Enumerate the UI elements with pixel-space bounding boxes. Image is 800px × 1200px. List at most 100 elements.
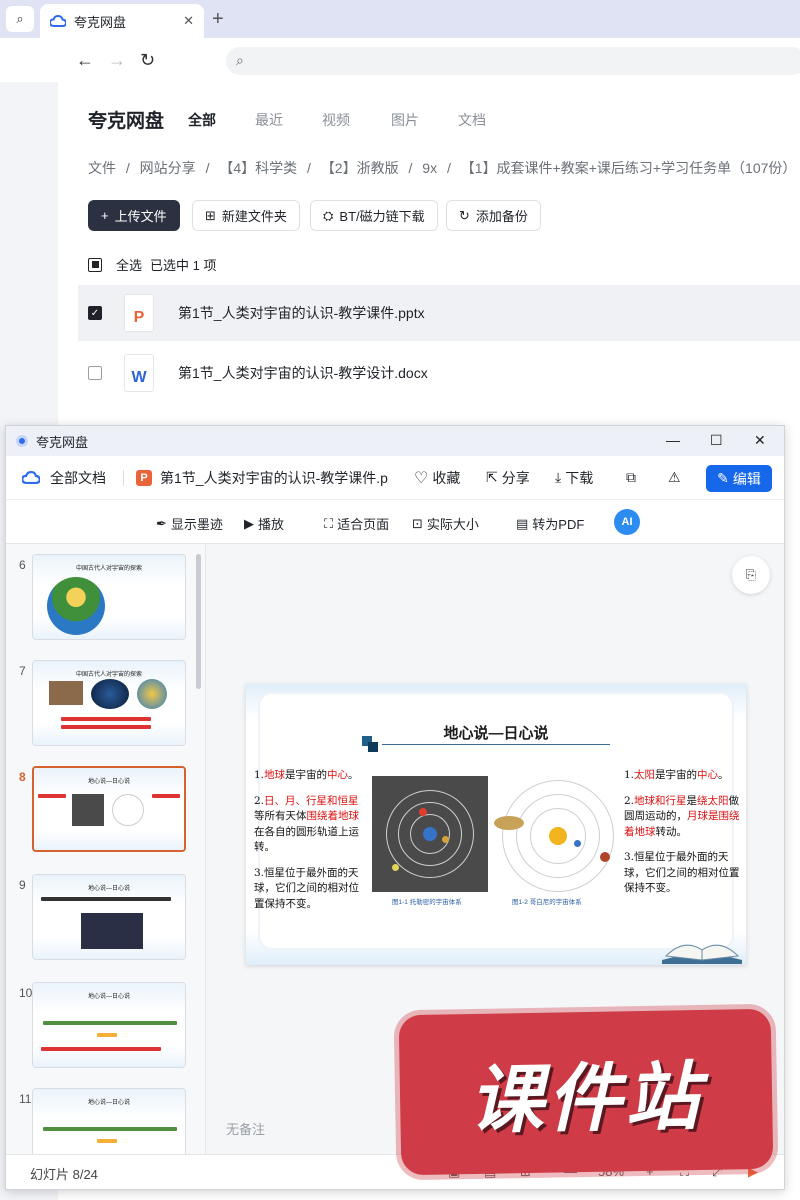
slide-thumbnail[interactable]: 中国古代人对宇宙的探索 [32,554,186,640]
pptx-file-icon: P [124,294,154,332]
slide-thumbnail[interactable]: 地心说—日心说 [32,1088,186,1154]
file-name[interactable]: 第1节_人类对宇宙的认识-教学设计.docx [178,363,428,383]
play-icon: ▶ [244,515,254,531]
ai-assistant-button[interactable]: AI [614,509,640,535]
bt-download-button[interactable]: ⛭ BT/磁力链下载 [310,200,438,231]
address-bar[interactable]: ⌕ [226,47,800,75]
breadcrumb-sep: / [125,160,130,176]
select-all-label[interactable]: 全选 [116,255,142,274]
category-recent[interactable]: 最近 [255,110,283,130]
viewer-window-title: 夸克网盘 [36,434,89,450]
ink-icon: ✒ [156,515,167,531]
favorite-button[interactable]: ♡ 收藏 [414,468,460,488]
folder-plus-icon: ⊞ [205,207,216,223]
breadcrumb-item[interactable]: 网站分享 [140,160,196,176]
to-pdf-button[interactable]: ▤ 转为PDF [516,514,584,533]
share-button[interactable]: ⇱ 分享 [486,468,530,488]
play-label: 播放 [258,517,285,532]
breadcrumb-item[interactable]: 【1】成套课件+教案+课后练习+学习任务单（107份） [461,160,797,176]
speaker-notes[interactable]: 无备注 [226,1119,265,1138]
add-backup-button[interactable]: ↻ 添加备份 [446,200,541,231]
file-title: P 第1节_人类对宇宙的认识-教学课件.p [136,468,388,488]
thumbnail-title: 中国古代人对宇宙的探索 [75,566,142,572]
upload-button[interactable]: + 上传文件 [88,200,180,231]
new-tab-icon[interactable]: + [212,8,224,31]
breadcrumb-item[interactable]: 【2】浙教版 [321,160,399,176]
category-docs[interactable]: 文档 [458,110,486,130]
download-button[interactable]: ⤓ 下载 [555,468,593,488]
fit-page-button[interactable]: ⛶ 适合页面 [324,514,389,533]
slide-thumbnail[interactable]: 地心说—日心说 [32,982,186,1068]
slide-left-text: 1.地球是宇宙的中心。 2.日、月、行星和恒星等所有天体围绕着地球在各自的圆形轨… [254,769,359,910]
file-checkbox[interactable] [88,366,102,380]
actual-size-label: 实际大小 [426,517,479,532]
brand-title: 夸克网盘 [88,111,165,132]
plus-icon: + [101,208,109,223]
figure-caption-left: 图1-1 托勒密的宇宙体系 [392,899,462,906]
file-row[interactable]: W 第1节_人类对宇宙的认识-教学设计.docx [78,345,800,401]
thumbnail-title: 地心说—日心说 [87,994,130,1000]
search-icon: ⌕ [236,52,244,68]
maximize-icon[interactable]: ☐ [710,432,723,449]
file-row[interactable]: ✓ P 第1节_人类对宇宙的认识-教学课件.pptx [78,285,800,341]
breadcrumb: 文件 / 网站分享 / 【4】科学类 / 【2】浙教版 / 9x / 【1】成套… [88,158,800,178]
thumbnail-number: 11 [19,1092,32,1106]
download-label: 下载 [565,469,594,486]
browser-tab[interactable]: 夸克网盘 ✕ [40,4,204,38]
slide-counter: 幻灯片 8/24 [30,1167,98,1182]
thumbnail-scrollbar[interactable] [196,554,201,689]
actual-size-button[interactable]: ⊡ 实际大小 [412,514,479,533]
report-icon[interactable]: ⚠ [668,469,681,486]
figure-caption-right: 图1-2 哥白尼的宇宙体系 [512,899,582,906]
to-pdf-label: 转为PDF [532,517,585,532]
category-video[interactable]: 视频 [322,110,350,130]
edit-label: 编辑 [732,470,761,487]
sync-icon: ↻ [459,207,470,223]
back-arrow-icon[interactable]: ← [76,50,94,71]
category-all[interactable]: 全部 [188,110,216,130]
play-button[interactable]: ▶ 播放 [244,514,284,533]
forward-arrow-icon[interactable]: → [108,50,126,71]
breadcrumb-item[interactable]: 【4】科学类 [219,160,297,176]
breadcrumb-sep: / [408,160,413,176]
show-ink-label: 显示墨迹 [170,517,223,532]
file-checkbox[interactable]: ✓ [88,306,102,320]
new-folder-label: 新建文件夹 [221,209,287,224]
cloud-icon [50,15,66,27]
all-docs-label: 全部文档 [50,469,106,486]
saturn-icon [494,816,524,830]
selection-row: 全选 已选中 1 项 [88,255,216,274]
browser-navbar: ← → ↻ ⌕ [0,38,800,82]
new-folder-button[interactable]: ⊞ 新建文件夹 [192,200,300,231]
breadcrumb-sep: / [307,160,311,176]
tab-close-icon[interactable]: ✕ [183,13,194,29]
slide-thumbnail-panel: 6 中国古代人对宇宙的探索 7 中国古代人对宇宙的探索 8 地心说—日心说 9 [6,544,206,1154]
open-external-icon[interactable]: ⧉ [626,469,636,486]
file-title-text: 第1节_人类对宇宙的认识-教学课件.p [160,469,388,486]
browser-tabbar: ⌕ 夸克网盘 ✕ + [0,0,800,38]
close-icon[interactable]: ✕ [754,432,766,449]
tab-title: 夸克网盘 [74,14,127,30]
breadcrumb-item[interactable]: 文件 [88,160,116,176]
edit-button[interactable]: ✎ 编辑 [706,465,772,492]
extract-text-icon[interactable]: ⎘ [732,556,770,594]
file-name[interactable]: 第1节_人类对宇宙的认识-教学课件.pptx [178,303,425,323]
breadcrumb-item[interactable]: 9x [422,160,437,176]
show-ink-button[interactable]: ✒ 显示墨迹 [156,514,223,533]
slide-thumbnail[interactable]: 地心说—日心说 [32,874,186,960]
all-docs-button[interactable]: 全部文档 [22,468,106,488]
thumbnail-number: 10 [19,986,33,1000]
tab-search-icon[interactable]: ⌕ [6,6,34,32]
minimize-icon[interactable]: — [666,432,680,448]
category-images[interactable]: 图片 [391,110,419,130]
magnet-icon: ⛭ [323,207,334,223]
select-all-checkbox[interactable] [88,257,102,272]
slide-right-text: 1.太阳是宇宙的中心。 2.地球和行星是绕太阳做圆周运动的，月球是围绕着地球转动… [624,769,740,894]
slide-thumbnail[interactable]: 中国古代人对宇宙的探索 [32,660,186,746]
thumbnail-title: 中国古代人对宇宙的探索 [75,672,142,678]
actual-size-icon: ⊡ [412,515,423,531]
reload-icon[interactable]: ↻ [140,50,155,71]
watermark-text: 课件站 [468,1053,704,1144]
selected-count: 已选中 1 项 [150,258,217,273]
slide-thumbnail-active[interactable]: 地心说—日心说 [32,766,186,852]
